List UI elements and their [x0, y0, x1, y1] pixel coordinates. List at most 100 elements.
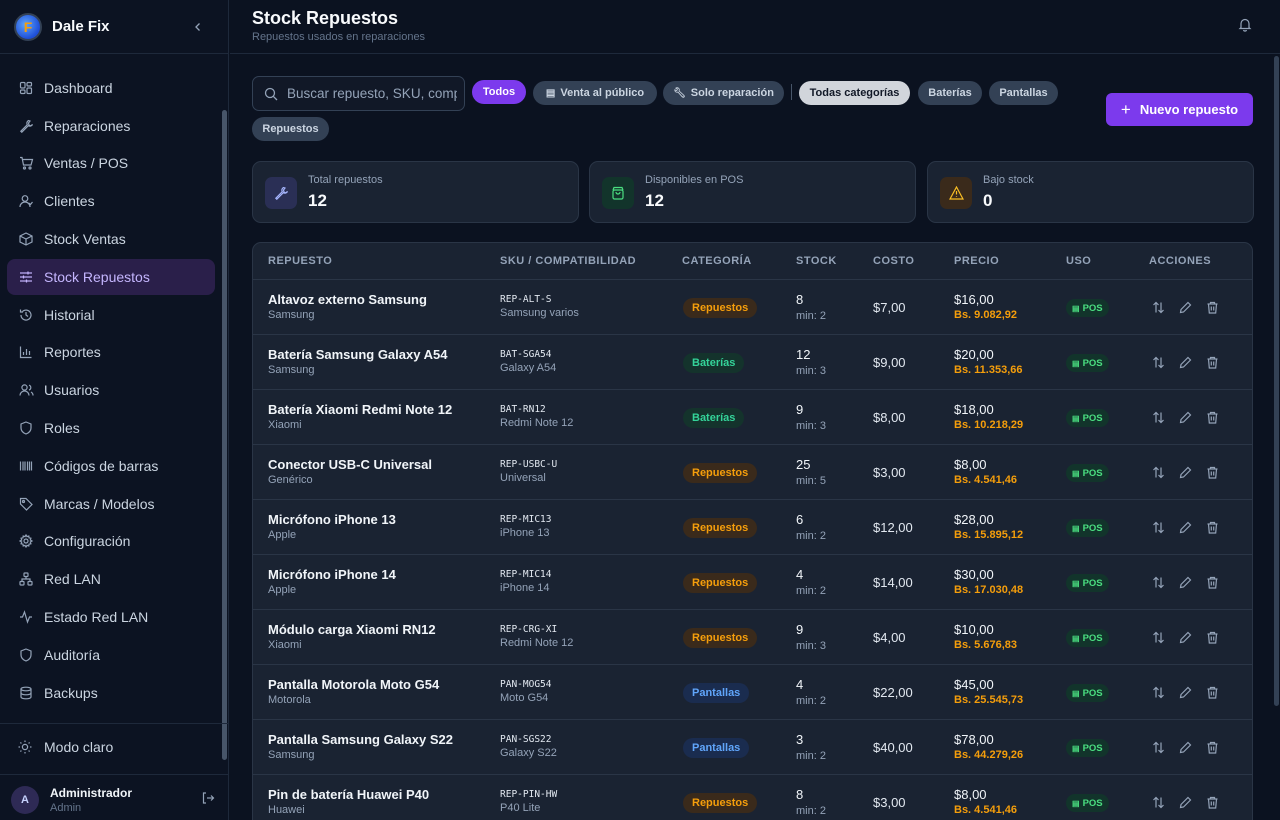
pencil-icon: [1179, 576, 1192, 589]
sidebar-item-auditoria[interactable]: Auditoría: [7, 637, 215, 673]
table-row[interactable]: Pantalla Motorola Moto G54 Motorola PAN-MO…: [253, 665, 1252, 720]
sidebar-item-ventas-pos[interactable]: Ventas / POS: [7, 145, 215, 181]
bell-icon[interactable]: [1238, 17, 1252, 37]
edit-button[interactable]: [1178, 685, 1192, 699]
delete-button[interactable]: [1205, 795, 1219, 809]
trash-icon: [1206, 741, 1219, 754]
adjust-stock-button[interactable]: [1151, 795, 1165, 809]
adjust-stock-button[interactable]: [1151, 355, 1165, 369]
edit-button[interactable]: [1178, 630, 1192, 644]
sidebar-item-reportes[interactable]: Reportes: [7, 334, 215, 370]
delete-button[interactable]: [1205, 410, 1219, 424]
table-row[interactable]: Batería Xiaomi Redmi Note 12 Xiaomi BAT-RN…: [253, 390, 1252, 445]
part-compatibility: P40 Lite: [500, 802, 541, 814]
filter-repuestos[interactable]: Repuestos: [252, 117, 329, 141]
col-uso[interactable]: USO: [1066, 255, 1091, 267]
filter-baterias[interactable]: Baterías: [918, 81, 982, 105]
search-input[interactable]: [287, 86, 457, 101]
sidebar-item-marcas-modelos[interactable]: Marcas / Modelos: [7, 486, 215, 522]
adjust-stock-icon: [1152, 521, 1165, 534]
table-row[interactable]: Micrófono iPhone 13 Apple REP-MIC13 iPhone …: [253, 500, 1252, 555]
filter-venta-publico[interactable]: ▤ Venta al público: [533, 81, 657, 105]
usage-badge: ▤ POS: [1066, 354, 1109, 372]
sidebar-item-label: Marcas / Modelos: [44, 495, 155, 512]
logout-icon[interactable]: [201, 791, 215, 810]
part-brand: Samsung: [268, 309, 315, 321]
sidebar-footer: Modo claro A Administrador Admin: [0, 723, 229, 814]
wrench-icon: [18, 118, 34, 134]
trash-icon: [1206, 796, 1219, 809]
filter-pantallas[interactable]: Pantallas: [989, 81, 1058, 105]
sidebar-item-clientes[interactable]: Clientes: [7, 183, 215, 219]
edit-button[interactable]: [1178, 465, 1192, 479]
register-icon: ▤: [545, 87, 556, 99]
delete-button[interactable]: [1205, 465, 1219, 479]
sidebar-scrollbar[interactable]: [221, 54, 228, 760]
sidebar-item-stock-repuestos[interactable]: Stock Repuestos: [7, 258, 215, 295]
box-icon: [18, 231, 34, 247]
edit-button[interactable]: [1178, 300, 1192, 314]
delete-button[interactable]: [1205, 520, 1219, 534]
table-row[interactable]: Altavoz externo Samsung Samsung REP-ALT-S S…: [253, 280, 1252, 335]
theme-toggle[interactable]: Modo claro: [0, 724, 229, 770]
edit-button[interactable]: [1178, 575, 1192, 589]
search-box[interactable]: [252, 76, 465, 111]
delete-button[interactable]: [1205, 685, 1219, 699]
adjust-stock-button[interactable]: [1151, 520, 1165, 534]
col-stock[interactable]: STOCK: [796, 255, 837, 267]
col-categoria[interactable]: CATEGORÍA: [682, 255, 752, 267]
usage-label: POS: [1082, 797, 1103, 809]
sidebar-item-historial[interactable]: Historial: [7, 297, 215, 333]
adjust-stock-button[interactable]: [1151, 575, 1165, 589]
sidebar-item-red-lan[interactable]: Red LAN: [7, 561, 215, 597]
edit-button[interactable]: [1178, 795, 1192, 809]
stat-value: 12: [645, 191, 664, 210]
chevron-left-icon[interactable]: [188, 17, 208, 37]
brand: F Dale Fix: [0, 0, 228, 54]
col-precio[interactable]: PRECIO: [954, 255, 999, 267]
delete-button[interactable]: [1205, 300, 1219, 314]
table-body: Altavoz externo Samsung Samsung REP-ALT-S S…: [253, 280, 1252, 820]
adjust-stock-button[interactable]: [1151, 465, 1165, 479]
edit-button[interactable]: [1178, 355, 1192, 369]
adjust-stock-button[interactable]: [1151, 630, 1165, 644]
sidebar-item-backups[interactable]: Backups: [7, 675, 215, 711]
table-row[interactable]: Módulo carga Xiaomi RN12 Xiaomi REP-CRG-XI…: [253, 610, 1252, 665]
sidebar-item-reparaciones[interactable]: Reparaciones: [7, 108, 215, 144]
main-scrollbar[interactable]: [1273, 54, 1280, 820]
col-repuesto[interactable]: REPUESTO: [268, 255, 332, 267]
adjust-stock-button[interactable]: [1151, 685, 1165, 699]
sidebar-item-usuarios[interactable]: Usuarios: [7, 372, 215, 408]
new-part-button[interactable]: + Nuevo repuesto: [1106, 93, 1253, 126]
table-row[interactable]: Batería Samsung Galaxy A54 Samsung BAT-SGA…: [253, 335, 1252, 390]
filter-todos[interactable]: Todos: [472, 80, 526, 104]
delete-button[interactable]: [1205, 740, 1219, 754]
edit-button[interactable]: [1178, 520, 1192, 534]
delete-button[interactable]: [1205, 355, 1219, 369]
col-costo[interactable]: COSTO: [873, 255, 914, 267]
filter-divider: [791, 84, 792, 100]
part-name: Módulo carga Xiaomi RN12: [268, 622, 436, 637]
adjust-stock-button[interactable]: [1151, 410, 1165, 424]
delete-button[interactable]: [1205, 575, 1219, 589]
sidebar-item-dashboard[interactable]: Dashboard: [7, 70, 215, 106]
sidebar-item-codigos-de-barras[interactable]: Códigos de barras: [7, 448, 215, 484]
filter-todas-categorias[interactable]: Todas categorías: [799, 81, 910, 105]
sidebar-item-label: Reparaciones: [44, 117, 131, 134]
adjust-stock-button[interactable]: [1151, 740, 1165, 754]
adjust-stock-button[interactable]: [1151, 300, 1165, 314]
usage-badge: ▤ POS: [1066, 629, 1109, 647]
sidebar-item-estado-red-lan[interactable]: Estado Red LAN: [7, 599, 215, 635]
table-row[interactable]: Micrófono iPhone 14 Apple REP-MIC14 iPhone …: [253, 555, 1252, 610]
filter-solo-reparacion[interactable]: 🔧︎ Solo reparación: [663, 81, 784, 105]
delete-button[interactable]: [1205, 630, 1219, 644]
edit-button[interactable]: [1178, 410, 1192, 424]
col-sku[interactable]: SKU / COMPATIBILIDAD: [500, 255, 636, 267]
edit-button[interactable]: [1178, 740, 1192, 754]
sidebar-item-configuracion[interactable]: Configuración: [7, 523, 215, 559]
table-row[interactable]: Pantalla Samsung Galaxy S22 Samsung PAN-SG…: [253, 720, 1252, 775]
sidebar-item-stock-ventas[interactable]: Stock Ventas: [7, 221, 215, 257]
table-row[interactable]: Conector USB-C Universal Genérico REP-USBC…: [253, 445, 1252, 500]
table-row[interactable]: Pin de batería Huawei P40 Huawei REP-PIN-H…: [253, 775, 1252, 820]
sidebar-item-roles[interactable]: Roles: [7, 410, 215, 446]
